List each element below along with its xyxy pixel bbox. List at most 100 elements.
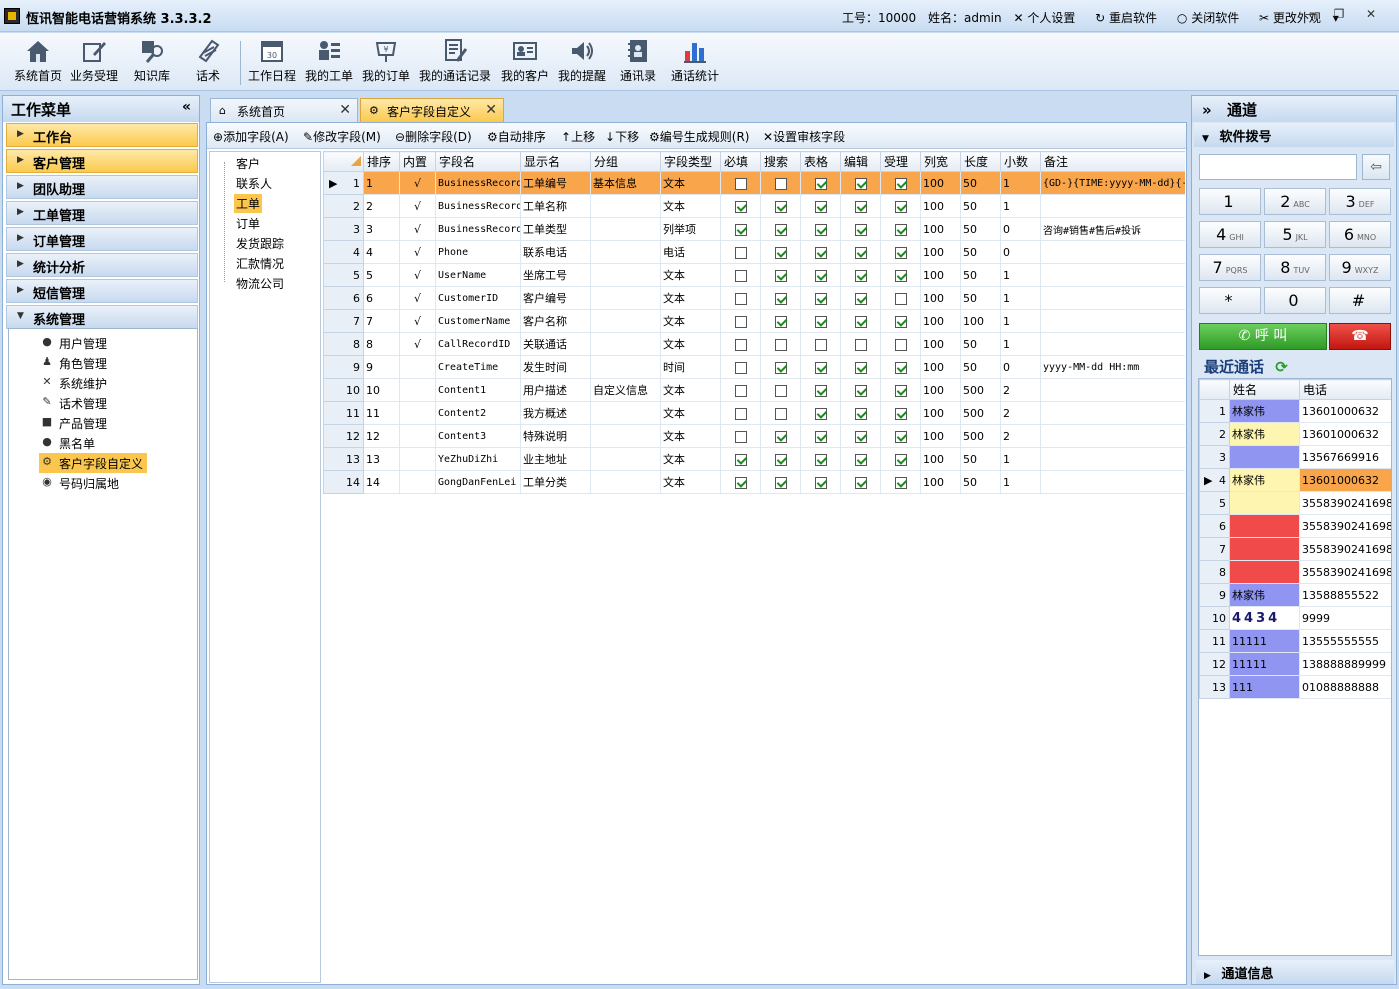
tab-home[interactable]: ⌂ 系统首页 ✕ bbox=[210, 98, 358, 122]
req-checkbox[interactable] bbox=[734, 177, 747, 190]
accept-checkbox[interactable] bbox=[894, 476, 907, 489]
search-checkbox[interactable] bbox=[774, 223, 787, 236]
table-row[interactable]: 33√BusinessRecordType工单类型列举项100500咨询#销售#… bbox=[323, 217, 1185, 241]
hangup-button[interactable]: ☎ bbox=[1329, 323, 1391, 350]
req-checkbox[interactable] bbox=[734, 384, 747, 397]
submenu-role-management[interactable]: ♟ 角色管理 bbox=[39, 353, 107, 373]
dial-key[interactable]: 9 WXYZ bbox=[1329, 254, 1391, 281]
accept-checkbox[interactable] bbox=[894, 315, 907, 328]
audit-field-button[interactable]: ✕设置审核字段 bbox=[763, 128, 845, 145]
edit-checkbox[interactable] bbox=[854, 453, 867, 466]
toolbar-contacts[interactable]: 通讯录 bbox=[614, 37, 662, 84]
recent-call-row[interactable]: 5 355839024169890 bbox=[1199, 491, 1391, 515]
req-checkbox[interactable] bbox=[734, 476, 747, 489]
submenu-customer-field-custom[interactable]: ⚙ 客户字段自定义 bbox=[39, 453, 148, 473]
table-row[interactable]: 11 11 Content2 我方概述 文本 100 500 2 bbox=[323, 401, 1185, 425]
menu-work-order-management[interactable]: ▶ 工单管理 bbox=[6, 201, 198, 225]
column-header[interactable]: 编辑 bbox=[840, 151, 881, 172]
table-checkbox[interactable] bbox=[814, 177, 827, 190]
close-software-link[interactable]: ○ 关闭软件 bbox=[1177, 11, 1247, 25]
appearance-link[interactable]: ✂ 更改外观 ▾ bbox=[1259, 11, 1339, 25]
table-checkbox[interactable] bbox=[814, 430, 827, 443]
recent-call-row[interactable]: 11 11111 13555555555 bbox=[1199, 629, 1391, 653]
column-header-phone[interactable]: 电话 bbox=[1299, 379, 1391, 400]
accept-checkbox[interactable] bbox=[894, 177, 907, 190]
move-down-button[interactable]: ↓下移 bbox=[605, 128, 639, 145]
menu-customer-management[interactable]: ▶ 客户管理 bbox=[6, 149, 198, 173]
accept-checkbox[interactable] bbox=[894, 338, 907, 351]
table-checkbox[interactable] bbox=[814, 223, 827, 236]
minimize-button[interactable]: — bbox=[1300, 6, 1322, 22]
menu-sms-management[interactable]: ▶ 短信管理 bbox=[6, 279, 198, 303]
column-header[interactable]: 分组 bbox=[590, 151, 661, 172]
move-up-button[interactable]: ↑上移 bbox=[561, 128, 595, 145]
req-checkbox[interactable] bbox=[734, 315, 747, 328]
dial-key[interactable]: 1 bbox=[1199, 188, 1261, 215]
dial-key[interactable]: 4 GHI bbox=[1199, 221, 1261, 248]
req-checkbox[interactable] bbox=[734, 338, 747, 351]
toolbar-calendar[interactable]: 30 工作日程 bbox=[246, 37, 298, 84]
channel-info-header[interactable]: ▶ 通道信息 bbox=[1196, 960, 1394, 984]
edit-checkbox[interactable] bbox=[854, 292, 867, 305]
table-checkbox[interactable] bbox=[814, 269, 827, 282]
edit-checkbox[interactable] bbox=[854, 476, 867, 489]
edit-checkbox[interactable] bbox=[854, 246, 867, 259]
table-checkbox[interactable] bbox=[814, 407, 827, 420]
table-checkbox[interactable] bbox=[814, 246, 827, 259]
column-header[interactable]: 搜索 bbox=[760, 151, 801, 172]
recent-call-row[interactable]: 6 355839024169890 bbox=[1199, 514, 1391, 538]
collapse-button[interactable]: « bbox=[182, 99, 191, 115]
search-checkbox[interactable] bbox=[774, 177, 787, 190]
auto-sort-button[interactable]: ⚙自动排序 bbox=[487, 128, 546, 145]
menu-statistics[interactable]: ▶ 统计分析 bbox=[6, 253, 198, 277]
edit-checkbox[interactable] bbox=[854, 384, 867, 397]
column-header[interactable]: 长度 bbox=[960, 151, 1001, 172]
dial-key[interactable]: 2 ABC bbox=[1264, 188, 1326, 215]
submenu-number-location[interactable]: ◉ 号码归属地 bbox=[39, 473, 119, 493]
restart-link[interactable]: ↻ 重启软件 bbox=[1095, 11, 1165, 25]
menu-workbench[interactable]: ▶ 工作台 bbox=[6, 123, 198, 147]
table-checkbox[interactable] bbox=[814, 200, 827, 213]
toolbar-business[interactable]: 业务受理 bbox=[68, 37, 120, 84]
req-checkbox[interactable] bbox=[734, 407, 747, 420]
soft-dial-header[interactable]: ▼ 软件拨号 bbox=[1194, 123, 1394, 147]
edit-checkbox[interactable] bbox=[854, 177, 867, 190]
column-header[interactable]: 小数 bbox=[1000, 151, 1041, 172]
menu-team-assistant[interactable]: ▶ 团队助理 bbox=[6, 175, 198, 199]
search-checkbox[interactable] bbox=[774, 361, 787, 374]
dial-key[interactable]: 7 PQRS bbox=[1199, 254, 1261, 281]
dial-key[interactable]: 6 MNO bbox=[1329, 221, 1391, 248]
menu-order-management[interactable]: ▶ 订单管理 bbox=[6, 227, 198, 251]
recent-call-row[interactable]: 2 林家伟 13601000632 bbox=[1199, 422, 1391, 446]
tree-item[interactable]: 订单 bbox=[234, 214, 262, 233]
accept-checkbox[interactable] bbox=[894, 246, 907, 259]
call-button[interactable]: ✆ 呼 叫 bbox=[1199, 323, 1327, 350]
accept-checkbox[interactable] bbox=[894, 430, 907, 443]
column-header-name[interactable]: 姓名 bbox=[1229, 379, 1300, 400]
accept-checkbox[interactable] bbox=[894, 223, 907, 236]
req-checkbox[interactable] bbox=[734, 430, 747, 443]
search-checkbox[interactable] bbox=[774, 246, 787, 259]
personal-settings-link[interactable]: ✕ 个人设置 bbox=[1013, 11, 1083, 25]
edit-checkbox[interactable] bbox=[854, 361, 867, 374]
search-checkbox[interactable] bbox=[774, 338, 787, 351]
dial-key[interactable]: 5 JKL bbox=[1264, 221, 1326, 248]
search-checkbox[interactable] bbox=[774, 453, 787, 466]
column-header[interactable]: 列宽 bbox=[920, 151, 961, 172]
search-checkbox[interactable] bbox=[774, 292, 787, 305]
edit-checkbox[interactable] bbox=[854, 338, 867, 351]
recent-call-row[interactable]: ▶ 4 林家伟 13601000632 bbox=[1199, 468, 1391, 492]
accept-checkbox[interactable] bbox=[894, 361, 907, 374]
search-checkbox[interactable] bbox=[774, 430, 787, 443]
recent-call-row[interactable]: 8 355839024169890 bbox=[1199, 560, 1391, 584]
table-row[interactable]: 7 7 √ CustomerName 客户名称 文本 100 100 1 bbox=[323, 309, 1185, 333]
table-row[interactable]: 10 10 Content1 用户描述 自定义信息 文本 100 500 2 bbox=[323, 378, 1185, 402]
table-row[interactable]: 4 4 √ Phone 联系电话 电话 100 50 0 bbox=[323, 240, 1185, 264]
recent-call-row[interactable]: 9 林家伟 13588855522 bbox=[1199, 583, 1391, 607]
dial-key[interactable]: # bbox=[1329, 287, 1391, 314]
column-header[interactable]: 表格 bbox=[800, 151, 841, 172]
add-field-button[interactable]: ⊕添加字段(A) bbox=[213, 128, 289, 145]
accept-checkbox[interactable] bbox=[894, 453, 907, 466]
table-checkbox[interactable] bbox=[814, 476, 827, 489]
recent-call-row[interactable]: 7 355839024169890 bbox=[1199, 537, 1391, 561]
